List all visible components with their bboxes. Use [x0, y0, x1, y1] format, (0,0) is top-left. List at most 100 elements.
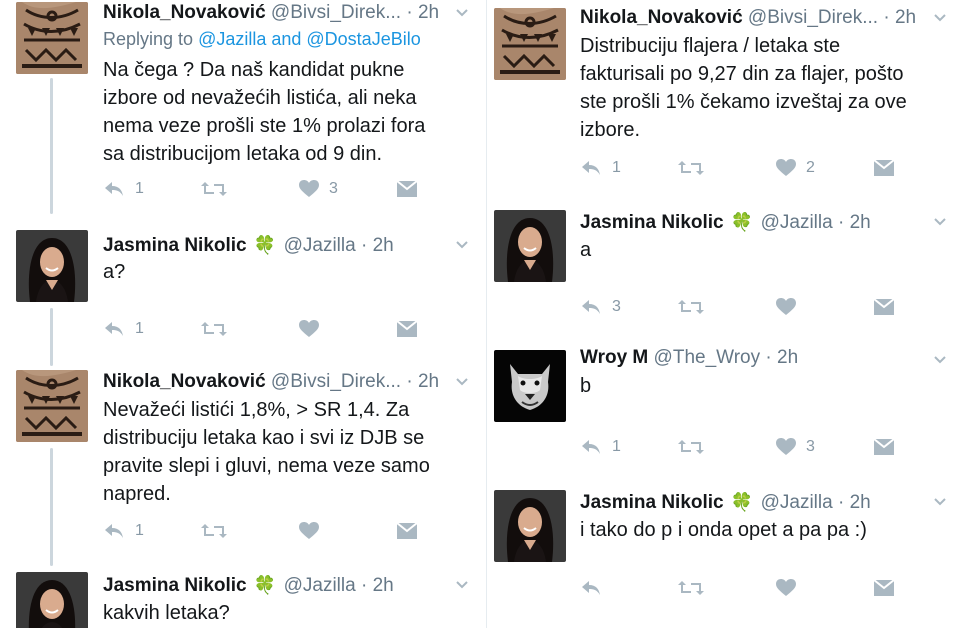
- reply-button[interactable]: 1: [580, 435, 621, 459]
- timestamp[interactable]: 2h: [418, 2, 439, 23]
- chevron-down-icon[interactable]: [455, 238, 469, 252]
- avatar[interactable]: [494, 350, 566, 422]
- direct-message-button[interactable]: [397, 177, 417, 201]
- username[interactable]: @Jazilla: [284, 575, 356, 596]
- like-button[interactable]: 2: [776, 156, 815, 180]
- like-button[interactable]: [776, 295, 806, 319]
- chevron-down-icon[interactable]: [933, 495, 947, 509]
- avatar[interactable]: [494, 490, 566, 562]
- direct-message-button[interactable]: [874, 295, 894, 319]
- reply-icon: [582, 161, 600, 175]
- username[interactable]: @The_Wroy: [654, 347, 761, 368]
- display-name[interactable]: Wroy M: [580, 347, 648, 368]
- reply-button[interactable]: 1: [103, 177, 144, 201]
- chevron-down-icon[interactable]: [933, 215, 947, 229]
- username[interactable]: @Jazilla: [761, 492, 833, 513]
- chevron-down-icon[interactable]: [455, 578, 469, 592]
- direct-message-button[interactable]: [874, 576, 894, 600]
- avatar[interactable]: [16, 230, 88, 302]
- display-name[interactable]: Jasmina Nikolic: [580, 492, 724, 513]
- username[interactable]: @Bivsi_Direk...: [748, 7, 878, 28]
- tweet[interactable]: Jasmina Nikolic 🍀 @Jazilla · 2h a? 1: [0, 216, 486, 366]
- tweet[interactable]: Nikola_Novaković @Bivsi_Direk... · 2h Ne…: [0, 356, 486, 566]
- direct-message-button[interactable]: [397, 317, 417, 341]
- timestamp[interactable]: 2h: [373, 575, 394, 596]
- separator-dot: ·: [837, 492, 845, 513]
- tweet-actions: 3: [580, 295, 900, 319]
- avatar[interactable]: [494, 8, 566, 80]
- four-leaf-clover-icon: 🍀: [253, 235, 277, 255]
- timestamp[interactable]: 2h: [777, 347, 798, 368]
- left-thread-panel: Nikola_Novaković @Bivsi_Direk... · 2h Re…: [0, 0, 486, 628]
- tweet[interactable]: Jasmina Nikolic 🍀 @Jazilla · 2h a 3: [487, 196, 960, 336]
- thread-line: [50, 448, 53, 566]
- tweet-text-line: fakturisali po 9,27 din za flajer, pošto: [580, 63, 904, 85]
- tweet-header: Nikola_Novaković @Bivsi_Direk... · 2h: [103, 1, 439, 25]
- direct-message-button[interactable]: [874, 156, 894, 180]
- reply-button[interactable]: 1: [103, 519, 144, 543]
- tweet-actions: 1: [103, 519, 423, 543]
- tweet-header: Nikola_Novaković @Bivsi_Direk... · 2h: [103, 370, 439, 394]
- tweet[interactable]: Nikola_Novaković @Bivsi_Direk... · 2h Re…: [0, 0, 486, 214]
- chevron-down-icon[interactable]: [933, 11, 947, 25]
- retweet-button[interactable]: [678, 156, 714, 180]
- display-name[interactable]: Jasmina Nikolic: [580, 212, 724, 233]
- avatar[interactable]: [494, 210, 566, 282]
- timestamp[interactable]: 2h: [373, 235, 394, 256]
- reply-button[interactable]: 1: [103, 317, 144, 341]
- avatar[interactable]: [16, 572, 88, 628]
- display-name[interactable]: Jasmina Nikolic: [103, 575, 247, 596]
- retweet-button[interactable]: [201, 177, 237, 201]
- like-button[interactable]: [776, 576, 806, 600]
- reply-button[interactable]: 3: [580, 295, 621, 319]
- reply-button[interactable]: [580, 576, 612, 600]
- avatar[interactable]: [16, 370, 88, 442]
- tweet[interactable]: Jasmina Nikolic 🍀 @Jazilla · 2h kakvih l…: [0, 556, 486, 628]
- direct-message-button[interactable]: [874, 435, 894, 459]
- reply-icon: [105, 524, 123, 538]
- retweet-icon: [678, 581, 704, 595]
- retweet-button[interactable]: [678, 435, 714, 459]
- separator-dot: ·: [360, 235, 368, 256]
- tweet-actions: 1 3: [580, 435, 900, 459]
- retweet-button[interactable]: [678, 295, 714, 319]
- retweet-icon: [678, 440, 704, 454]
- like-button[interactable]: [299, 317, 329, 341]
- display-name[interactable]: Nikola_Novaković: [103, 371, 266, 392]
- retweet-button[interactable]: [678, 576, 714, 600]
- retweet-icon: [678, 161, 704, 175]
- chevron-down-icon[interactable]: [455, 6, 469, 20]
- envelope-icon: [397, 321, 417, 337]
- like-button[interactable]: [299, 519, 329, 543]
- heart-icon: [776, 579, 796, 596]
- avatar[interactable]: [16, 2, 88, 74]
- display-name[interactable]: Nikola_Novaković: [103, 2, 266, 23]
- timestamp[interactable]: 2h: [895, 7, 916, 28]
- tweet[interactable]: Wroy M @The_Wroy · 2h b 1 3: [487, 336, 960, 476]
- timestamp[interactable]: 2h: [418, 371, 439, 392]
- like-button[interactable]: 3: [776, 435, 815, 459]
- tweet[interactable]: Jasmina Nikolic 🍀 @Jazilla · 2h i tako d…: [487, 476, 960, 628]
- tattoo-avatar-image: [494, 8, 566, 80]
- timestamp[interactable]: 2h: [850, 492, 871, 513]
- like-button[interactable]: 3: [299, 177, 338, 201]
- chevron-down-icon[interactable]: [933, 353, 947, 367]
- separator-dot: ·: [406, 371, 413, 392]
- direct-message-button[interactable]: [397, 519, 417, 543]
- retweet-button[interactable]: [201, 317, 237, 341]
- tweet-actions: 1 2: [580, 156, 900, 180]
- username[interactable]: @Bivsi_Direk...: [271, 371, 401, 392]
- reply-button[interactable]: 1: [580, 156, 621, 180]
- replying-mentions[interactable]: @Jazilla and @DostaJeBilo: [198, 29, 421, 49]
- pitbull-avatar-image: [494, 350, 566, 422]
- username[interactable]: @Jazilla: [761, 212, 833, 233]
- tweet[interactable]: Nikola_Novaković @Bivsi_Direk... · 2h Di…: [487, 0, 960, 196]
- username[interactable]: @Jazilla: [284, 235, 356, 256]
- display-name[interactable]: Jasmina Nikolic: [103, 235, 247, 256]
- chevron-down-icon[interactable]: [455, 375, 469, 389]
- envelope-icon: [874, 580, 894, 596]
- timestamp[interactable]: 2h: [850, 212, 871, 233]
- username[interactable]: @Bivsi_Direk...: [271, 2, 401, 23]
- retweet-button[interactable]: [201, 519, 237, 543]
- display-name[interactable]: Nikola_Novaković: [580, 7, 743, 28]
